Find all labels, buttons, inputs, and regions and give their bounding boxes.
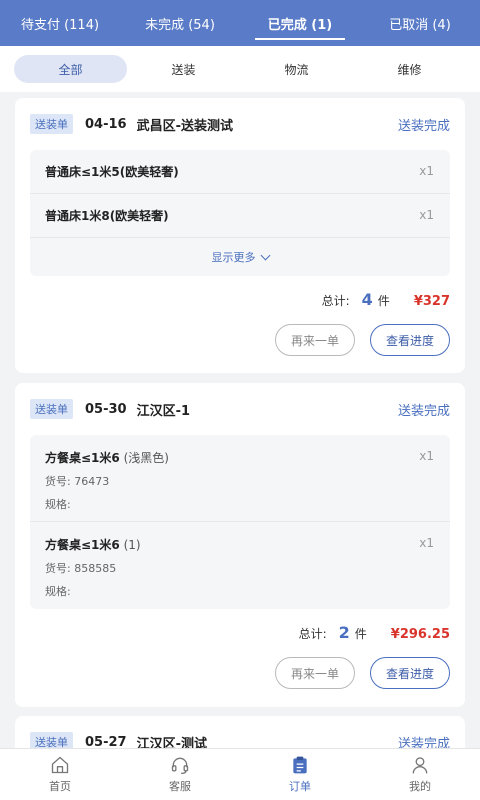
item-name: 方餐桌≤1米6 xyxy=(45,538,120,552)
order-total: 总计: 4 件 ¥327 xyxy=(15,276,465,324)
order-card[interactable]: 送装单 05-27 江汉区-测试 送装完成 xyxy=(15,716,465,748)
tab-cancelled[interactable]: 已取消 (4) xyxy=(360,0,480,46)
filter-delivery-install[interactable]: 送装 xyxy=(127,55,240,83)
view-progress-button[interactable]: 查看进度 xyxy=(370,657,450,689)
total-price: ¥327 xyxy=(413,294,450,309)
order-date: 04-16 xyxy=(85,116,127,132)
clipboard-icon xyxy=(293,756,307,774)
order-card[interactable]: 送装单 04-16 武昌区-送装测试 送装完成 普通床≤1米5(欧美轻奢) x1… xyxy=(15,98,465,373)
tab-incomplete[interactable]: 未完成 (54) xyxy=(120,0,240,46)
order-header: 送装单 05-30 江汉区-1 送装完成 xyxy=(15,383,465,435)
order-title: 武昌区-送装测试 xyxy=(136,118,233,134)
nav-customer-service-label: 客服 xyxy=(169,780,191,793)
order-status: 送装完成 xyxy=(397,118,450,134)
total-label: 总计: xyxy=(321,294,350,308)
order-list[interactable]: 送装单 04-16 武昌区-送装测试 送装完成 普通床≤1米5(欧美轻奢) x1… xyxy=(0,92,480,748)
order-items: 普通床≤1米5(欧美轻奢) x1 普通床1米8(欧美轻奢) x1 显示更多 xyxy=(30,150,450,276)
tab-completed[interactable]: 已完成 (1) xyxy=(240,0,360,46)
item-quantity: x1 xyxy=(419,208,434,222)
nav-profile-label: 我的 xyxy=(409,780,431,793)
order-type-tag: 送装单 xyxy=(30,114,73,134)
chevron-down-icon xyxy=(260,250,270,260)
item-spec: 规格: xyxy=(45,498,71,511)
count-unit: 件 xyxy=(377,294,390,308)
item-variant: (浅黑色) xyxy=(119,451,169,465)
item-name: 普通床≤1米5(欧美轻奢) xyxy=(45,165,179,179)
order-actions: 再来一单 查看进度 xyxy=(15,657,465,689)
order-header: 送装单 05-27 江汉区-测试 送装完成 xyxy=(15,716,465,748)
list-item: 方餐桌≤1米6 (浅黑色) x1 货号: 76473 规格: xyxy=(30,435,450,522)
item-sku: 货号: 858585 xyxy=(45,562,117,575)
total-label: 总计: xyxy=(298,627,327,641)
nav-profile[interactable]: 我的 xyxy=(360,749,480,800)
show-more-label: 显示更多 xyxy=(211,251,256,264)
order-status: 送装完成 xyxy=(397,736,450,749)
reorder-button[interactable]: 再来一单 xyxy=(275,324,355,356)
nav-home[interactable]: 首页 xyxy=(0,749,120,800)
order-actions: 再来一单 查看进度 xyxy=(15,324,465,356)
item-quantity: x1 xyxy=(419,536,434,550)
item-name: 方餐桌≤1米6 xyxy=(45,451,120,465)
item-sku: 货号: 76473 xyxy=(45,475,110,488)
nav-customer-service[interactable]: 客服 xyxy=(120,749,240,800)
home-icon xyxy=(51,756,69,774)
total-count: 4 xyxy=(361,290,373,309)
order-type-tag: 送装单 xyxy=(30,732,73,748)
order-total: 总计: 2 件 ¥296.25 xyxy=(15,609,465,657)
order-status: 送装完成 xyxy=(397,403,450,419)
list-item: 普通床≤1米5(欧美轻奢) x1 xyxy=(30,150,450,194)
item-quantity: x1 xyxy=(419,449,434,463)
nav-orders[interactable]: 订单 xyxy=(240,749,360,800)
item-spec: 规格: xyxy=(45,585,71,598)
nav-home-label: 首页 xyxy=(49,780,71,793)
item-variant: (1) xyxy=(119,538,141,552)
service-filter-bar: 全部 送装 物流 维修 xyxy=(0,46,480,92)
nav-orders-label: 订单 xyxy=(289,780,311,793)
order-type-tag: 送装单 xyxy=(30,399,73,419)
order-title: 江汉区-测试 xyxy=(136,736,207,749)
count-unit: 件 xyxy=(354,627,367,641)
filter-logistics[interactable]: 物流 xyxy=(240,55,353,83)
order-header: 送装单 04-16 武昌区-送装测试 送装完成 xyxy=(15,98,465,150)
filter-all[interactable]: 全部 xyxy=(14,55,127,83)
list-item: 普通床1米8(欧美轻奢) x1 xyxy=(30,194,450,238)
show-more-button[interactable]: 显示更多 xyxy=(30,238,450,276)
order-items: 方餐桌≤1米6 (浅黑色) x1 货号: 76473 规格: 方餐桌≤1米6 (… xyxy=(30,435,450,609)
view-progress-button[interactable]: 查看进度 xyxy=(370,324,450,356)
item-quantity: x1 xyxy=(419,164,434,178)
reorder-button[interactable]: 再来一单 xyxy=(275,657,355,689)
order-date: 05-30 xyxy=(85,401,127,417)
total-count: 2 xyxy=(338,623,350,642)
filter-repair[interactable]: 维修 xyxy=(353,55,466,83)
user-icon xyxy=(412,757,428,774)
list-item: 方餐桌≤1米6 (1) x1 货号: 858585 规格: xyxy=(30,522,450,609)
tab-pending-payment[interactable]: 待支付 (114) xyxy=(0,0,120,46)
order-date: 05-27 xyxy=(85,734,127,749)
order-card[interactable]: 送装单 05-30 江汉区-1 送装完成 方餐桌≤1米6 (浅黑色) x1 货号… xyxy=(15,383,465,707)
headset-icon xyxy=(171,757,189,774)
total-price: ¥296.25 xyxy=(390,627,450,642)
item-name: 普通床1米8(欧美轻奢) xyxy=(45,209,169,223)
bottom-navigation: 首页 客服 订单 我的 xyxy=(0,748,480,800)
order-status-tabs: 待支付 (114) 未完成 (54) 已完成 (1) 已取消 (4) xyxy=(0,0,480,46)
order-title: 江汉区-1 xyxy=(136,403,191,419)
